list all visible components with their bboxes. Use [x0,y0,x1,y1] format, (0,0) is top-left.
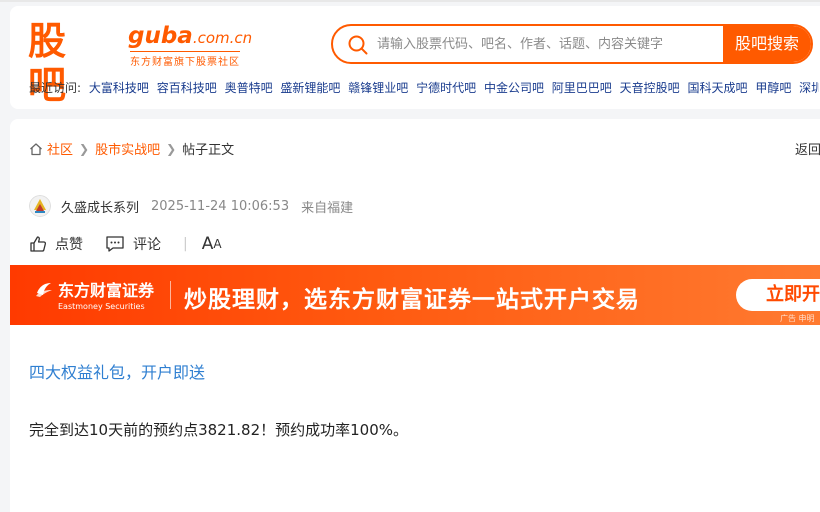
site-header: 股吧 guba.com.cn 东方财富旗下股票社区 股吧搜索 最近访问: 大富科… [10,6,820,109]
recent-item[interactable]: 宁德时代吧 [416,81,476,95]
recent-item[interactable]: 奥普特吧 [225,81,273,95]
font-size-big: A [201,234,214,254]
recent-item[interactable]: 阿里巴巴吧 [552,81,612,95]
post-body: 完全到达10天前的预约点3821.82！预约成功率100%。 [29,421,409,439]
post-actions: 点赞 评论 | AA [29,234,244,254]
breadcrumb-current: 帖子正文 [182,143,235,158]
search-input[interactable] [377,26,723,62]
recent-item[interactable]: 深圳华 [799,81,819,95]
like-button[interactable]: 点赞 [29,234,83,254]
recent-visits-label: 最近访问: [29,81,82,95]
thumbs-up-icon [30,236,47,252]
search-bar: 股吧搜索 [331,24,813,64]
post-container: 社区 ❯ 股市实战吧 ❯ 帖子正文 返回股 久盛成长系列 2025-11-24 … [10,119,820,512]
like-label: 点赞 [55,237,83,253]
logo-en-word: guba [128,23,193,49]
logo-tagline: 东方财富旗下股票社区 [130,51,240,68]
promo-link[interactable]: 四大权益礼包，开户即送 [29,359,205,383]
chevron-right-icon: ❯ [166,141,177,156]
banner-brand-cn: 东方财富证券 [58,281,155,300]
font-size-small: A [213,237,222,251]
home-icon[interactable] [29,142,43,156]
banner-slogan: 炒股理财，选东方财富证券一站式开户交易 [184,287,640,313]
divider: | [183,236,188,252]
logo-domain: .com.cn [192,29,253,47]
eastmoney-logo-icon [36,283,52,297]
chevron-right-icon: ❯ [79,141,90,156]
recent-item[interactable]: 容百科技吧 [157,81,217,95]
search-icon [348,35,368,55]
comment-label: 评论 [133,237,161,253]
font-size-toggle[interactable]: AA [202,234,222,254]
top-strip [0,0,820,2]
recent-item[interactable]: 天音控股吧 [620,81,680,95]
author-name[interactable]: 久盛成长系列 [61,197,139,216]
banner-divider [170,281,171,309]
banner-brand-en: Eastmoney Securities [58,302,145,311]
post-meta: 久盛成长系列 2025-11-24 10:06:53 来自福建 [29,195,353,217]
ad-tag: 广告 申明 [780,314,815,323]
post-time: 2025-11-24 10:06:53 [151,198,290,214]
post-location: 来自福建 [301,200,354,216]
avatar[interactable] [29,195,51,217]
recent-item[interactable]: 赣锋锂业吧 [348,81,408,95]
recent-item[interactable]: 大富科技吧 [89,81,149,95]
breadcrumb-home[interactable]: 社区 [47,139,73,158]
comment-button[interactable]: 评论 [105,234,161,254]
breadcrumb: 社区 ❯ 股市实战吧 ❯ 帖子正文 [29,139,234,158]
ad-banner[interactable]: 东方财富证券 Eastmoney Securities 炒股理财，选东方财富证券… [10,265,820,325]
recent-item[interactable]: 国科天成吧 [687,81,747,95]
comment-icon [106,236,124,252]
recent-visits: 最近访问: 大富科技吧 容百科技吧 奥普特吧 盛新锂能吧 赣锋锂业吧 宁德时代吧… [29,79,819,96]
logo-en-text: guba.com.cn [128,23,252,49]
back-link[interactable]: 返回股 [795,139,820,158]
breadcrumb-forum[interactable]: 股市实战吧 [95,139,160,158]
banner-brand: 东方财富证券 Eastmoney Securities [58,277,154,311]
recent-item[interactable]: 甲醇吧 [755,81,791,95]
open-account-button[interactable]: 立即开 [736,279,820,311]
recent-item[interactable]: 盛新锂能吧 [280,81,340,95]
recent-item[interactable]: 中金公司吧 [484,81,544,95]
search-button[interactable]: 股吧搜索 [723,26,811,62]
